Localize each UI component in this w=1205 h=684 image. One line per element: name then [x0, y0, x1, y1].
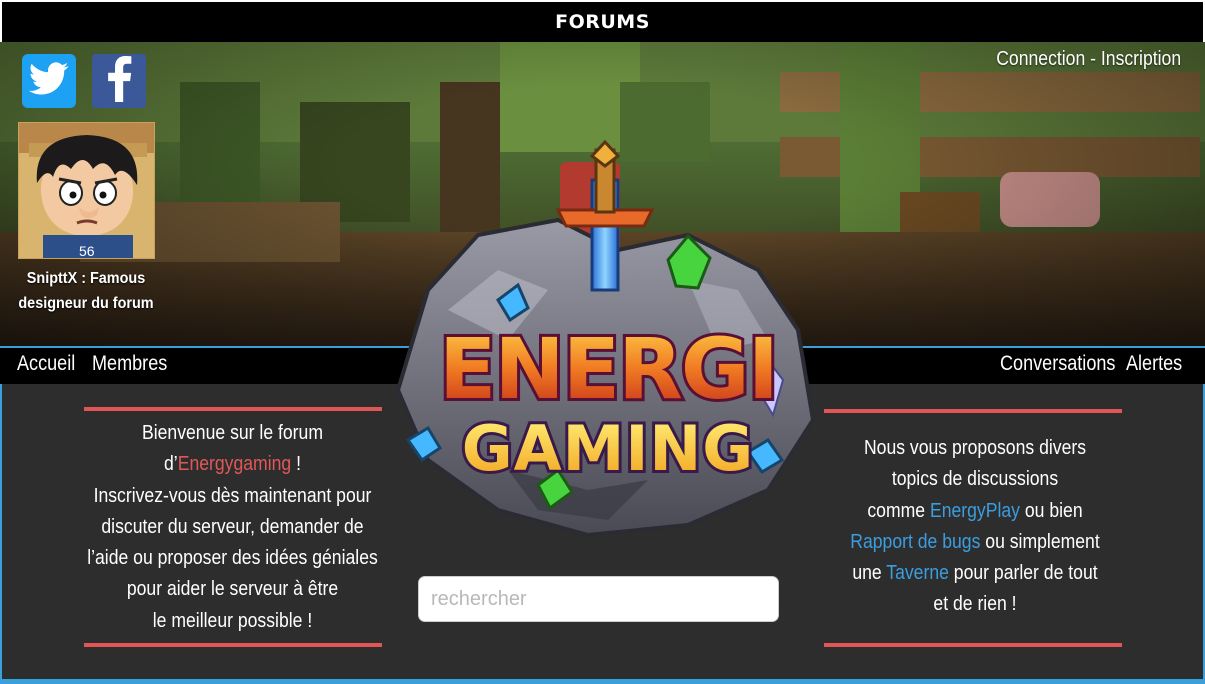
avatar: 56 [18, 122, 155, 259]
topics-line: une Taverne pour parler de tout [825, 558, 1124, 589]
auth-separator: - [1085, 48, 1101, 70]
text-fragment: ou bien [1019, 499, 1083, 522]
welcome-line: pour aider le serveur à être [126, 578, 339, 601]
welcome-line: discuter du serveur, demander de [101, 515, 364, 538]
text-fragment: comme [867, 499, 930, 522]
text-fragment: ou simplement [980, 530, 1100, 553]
text-fragment: ! [291, 453, 301, 476]
divider [84, 643, 382, 647]
welcome-line: l’aide ou proposer des idées géniales [87, 547, 378, 570]
connection-link[interactable]: Connection [996, 48, 1085, 70]
topics-line: Nous vous proposons divers [863, 437, 1087, 459]
svg-text:56: 56 [79, 243, 95, 259]
nav-item-membres[interactable]: Membres [92, 352, 167, 376]
taverne-link[interactable]: Taverne [886, 562, 949, 584]
welcome-line: Bienvenue sur le forum [141, 422, 323, 444]
nav-item-conversations[interactable]: Conversations [1000, 352, 1115, 376]
inscription-link[interactable]: Inscription [1101, 48, 1181, 70]
text-fragment: une [852, 562, 887, 585]
caption-line: SnipttX : Famous [26, 270, 146, 287]
welcome-line: d’Energygaming ! [81, 449, 385, 480]
text-fragment: pour parler de tout [948, 562, 1098, 585]
divider [824, 643, 1122, 647]
twitter-button[interactable] [22, 54, 76, 108]
facebook-icon [104, 55, 134, 107]
logo-wordmark: ENERGI GAMING [436, 317, 782, 488]
topics-line: et de rien ! [933, 593, 1017, 616]
auth-links: Connection - Inscription [996, 48, 1181, 71]
topics-line: Rapport de bugs ou simplement [825, 527, 1124, 558]
text-fragment: d’ [163, 453, 178, 476]
nav-item-alertes[interactable]: Alertes [1126, 352, 1182, 376]
nav-item-accueil[interactable]: Accueil [17, 352, 75, 376]
search-input[interactable] [418, 576, 779, 622]
facebook-button[interactable] [92, 54, 146, 108]
top-bar: FORUMS [0, 0, 1205, 42]
logo: ENERGI GAMING [388, 139, 828, 550]
topics-text: Nous vous proposons divers topics de dis… [825, 433, 1124, 621]
bottom-border [0, 679, 1205, 682]
divider [824, 409, 1122, 413]
welcome-text: Bienvenue sur le forum d’Energygaming ! … [81, 418, 385, 637]
svg-text:ENERGI: ENERGI [439, 320, 777, 418]
welcome-line: le meilleur possible ! [152, 609, 313, 632]
welcome-line: Inscrivez-vous dès maintenant pour [93, 484, 372, 507]
avatar-caption: SnipttX : Famous designeur du forum [16, 266, 156, 316]
twitter-icon [29, 61, 69, 101]
caption-line: designeur du forum [18, 295, 154, 312]
divider [84, 407, 382, 411]
topics-line: comme EnergyPlay ou bien [825, 496, 1124, 527]
svg-text:GAMING: GAMING [462, 412, 754, 485]
bug-report-link[interactable]: Rapport de bugs [850, 531, 980, 553]
energyplay-link[interactable]: EnergyPlay [930, 500, 1020, 522]
topics-line: topics de discussions [891, 468, 1059, 491]
page-title: FORUMS [555, 11, 650, 33]
brand-link[interactable]: Energygaming [178, 453, 291, 475]
